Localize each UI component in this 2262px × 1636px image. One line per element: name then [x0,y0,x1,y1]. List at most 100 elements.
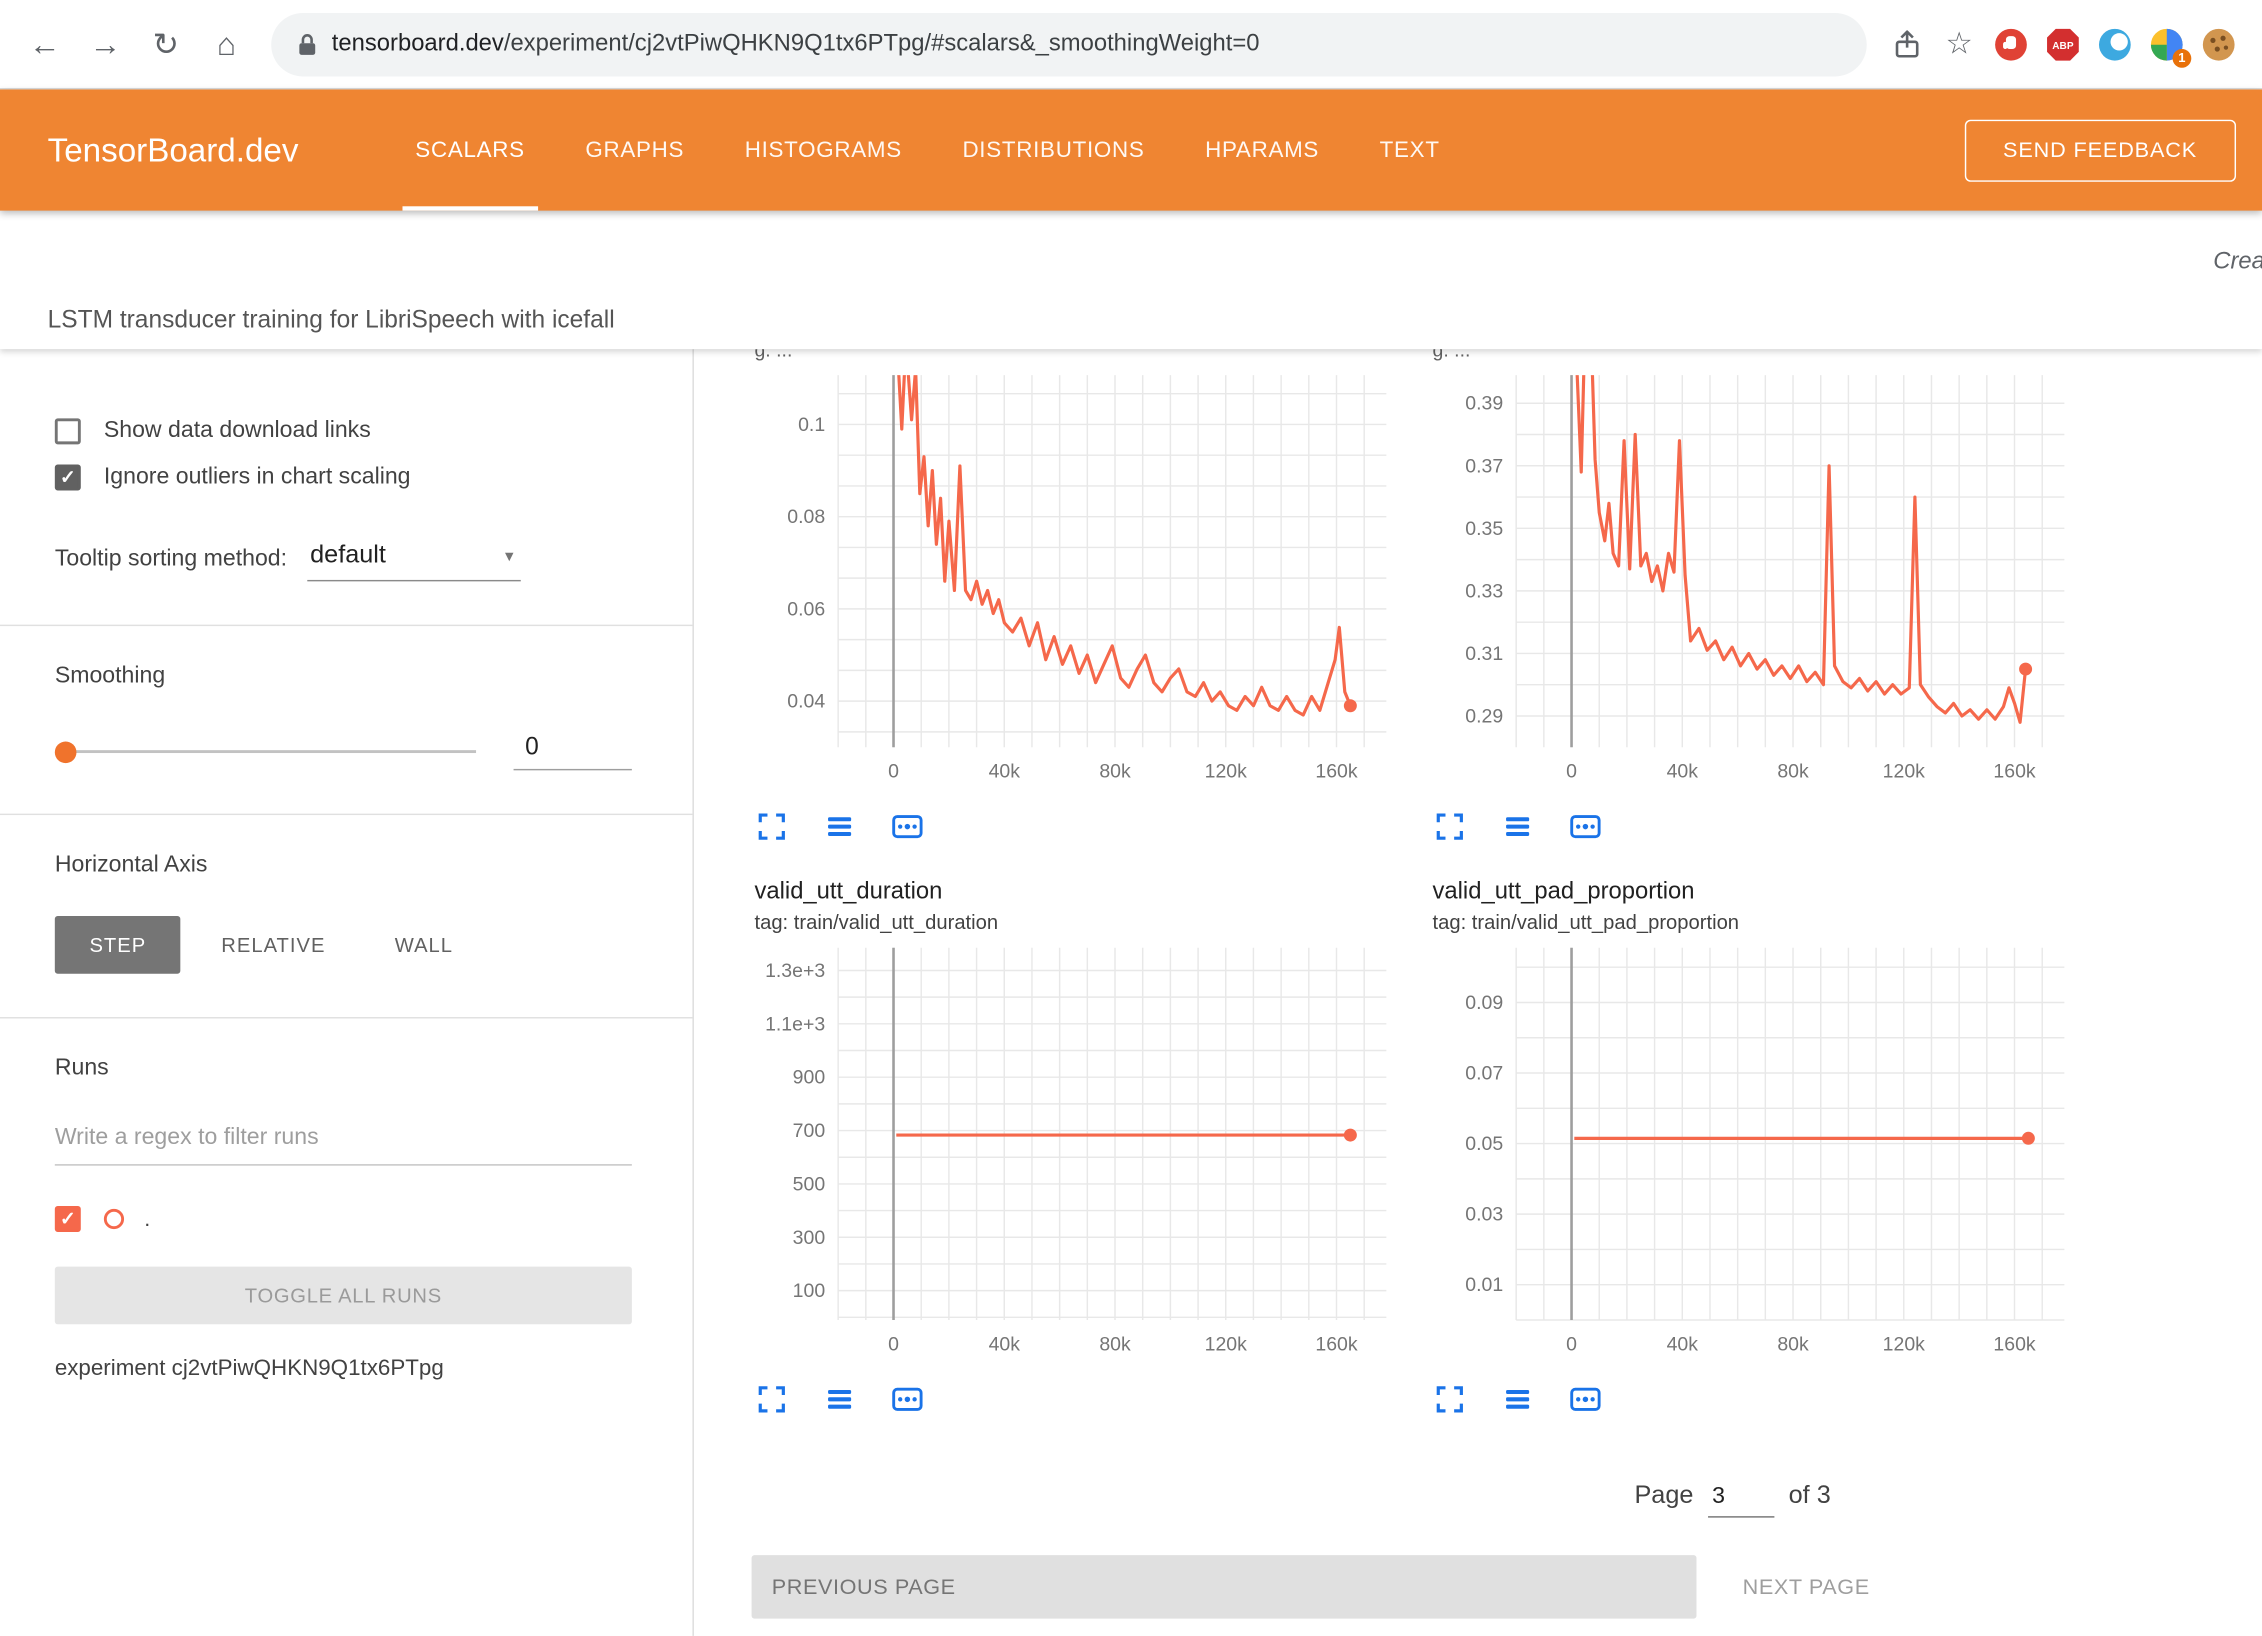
tooltip-sorting-select[interactable]: default ▼ [307,537,521,582]
svg-text:700: 700 [793,1120,826,1142]
reload-icon[interactable]: ↻ [136,14,197,75]
nav-tabs: SCALARS GRAPHS HISTOGRAMS DISTRIBUTIONS … [385,89,1470,210]
runs-list-icon[interactable] [1500,1382,1535,1417]
previous-page-button[interactable]: PREVIOUS PAGE [752,1555,1697,1618]
chevron-down-icon: ▼ [502,550,516,566]
svg-text:0.31: 0.31 [1465,643,1503,665]
scalar-chart-plot[interactable]: 1003005007009001.1e+31.3e+3040k80k120k16… [752,939,1404,1370]
page-number-input[interactable] [1708,1484,1774,1517]
send-feedback-button[interactable]: SEND FEEDBACK [1964,119,2236,181]
svg-text:0: 0 [1566,761,1577,783]
runs-list-icon[interactable] [822,1382,857,1417]
horizontal-axis-label: Horizontal Axis [55,853,632,879]
fit-domain-icon[interactable] [1568,809,1603,844]
scalar-chart-plot[interactable]: 0.290.310.330.350.370.39040k80k120k160k [1430,366,2082,797]
tab-hparams[interactable]: HPARAMS [1192,89,1332,210]
svg-text:120k: 120k [1205,761,1247,783]
page: ← → ↻ ⌂ tensorboard.dev/experiment/cj2vt… [0,0,2262,1636]
url-host: tensorboard.dev [332,30,504,56]
back-icon[interactable]: ← [14,14,75,75]
bookmark-star-icon[interactable]: ☆ [1933,18,1985,70]
address-bar[interactable]: tensorboard.dev/experiment/cj2vtPiwQHKN9… [271,12,1867,75]
share-icon[interactable] [1881,18,1933,70]
runs-list-icon[interactable] [1500,809,1535,844]
svg-text:120k: 120k [1205,1333,1247,1355]
fit-domain-icon[interactable] [890,1382,925,1417]
svg-text:0.29: 0.29 [1465,705,1503,727]
tab-text[interactable]: TEXT [1367,89,1453,210]
svg-text:0.39: 0.39 [1465,393,1503,415]
tab-distributions[interactable]: DISTRIBUTIONS [949,89,1157,210]
expand-chart-icon[interactable] [754,809,789,844]
app-header: TensorBoard.dev SCALARS GRAPHS HISTOGRAM… [0,89,2262,210]
tooltip-sorting-value: default [310,540,386,569]
slider-thumb[interactable] [55,741,77,763]
svg-text:0: 0 [888,1333,899,1355]
show-download-links-checkbox[interactable] [55,418,81,444]
tab-histograms[interactable]: HISTOGRAMS [732,89,915,210]
toggle-all-runs-button[interactable]: TOGGLE ALL RUNS [55,1267,632,1325]
chart-toolbar [1433,1382,2082,1417]
runs-list-icon[interactable] [822,809,857,844]
svg-text:0: 0 [888,761,899,783]
tab-graphs[interactable]: GRAPHS [572,89,697,210]
chart-card-top-right: g: ... 0.290.310.330.350.370.39040k80k12… [1430,349,2082,844]
svg-text:0.09: 0.09 [1465,992,1503,1014]
pager-buttons: PREVIOUS PAGE NEXT PAGE [752,1555,2262,1618]
cookie-extension-icon[interactable] [2193,18,2245,70]
page-label: Page [1634,1480,1693,1510]
wall-axis-button[interactable]: WALL [366,916,482,974]
fit-domain-icon[interactable] [890,809,925,844]
forward-icon[interactable]: → [75,14,136,75]
run-color-swatch [104,1209,124,1229]
experiment-subheader: Crea LSTM transducer training for LibriS… [0,211,2262,349]
run-checkbox[interactable]: ✓ [55,1206,81,1232]
svg-text:160k: 160k [1993,761,2035,783]
expand-chart-icon[interactable] [1433,1382,1468,1417]
adblock-extension-icon[interactable] [1985,18,2037,70]
svg-text:0.05: 0.05 [1465,1133,1503,1155]
profile-avatar-icon[interactable]: 1 [2141,18,2193,70]
svg-text:80k: 80k [1777,1333,1809,1355]
svg-text:160k: 160k [1315,1333,1357,1355]
clipped-chart-header: g: ... [1430,349,2082,366]
notification-badge: 1 [2173,48,2192,67]
charts-grid: g: ... 0.040.060.080.1040k80k120k160k g:… [752,349,2262,1442]
ignore-outliers-checkbox[interactable]: ✓ [55,465,81,491]
scalar-chart-plot[interactable]: 0.010.030.050.070.09040k80k120k160k [1430,939,2082,1370]
ignore-outliers-label: Ignore outliers in chart scaling [104,465,411,491]
chart-toolbar [754,809,1403,844]
tab-scalars[interactable]: SCALARS [402,89,537,210]
relative-axis-button[interactable]: RELATIVE [192,916,354,974]
blue-extension-icon[interactable] [2089,18,2141,70]
abp-extension-icon[interactable]: ABP [2037,18,2089,70]
smoothing-value-input[interactable] [514,733,632,771]
chart-toolbar [754,1382,1403,1417]
step-axis-button[interactable]: STEP [55,916,181,974]
svg-text:0: 0 [1566,1333,1577,1355]
fit-domain-icon[interactable] [1568,1382,1603,1417]
runs-filter-input[interactable] [55,1119,632,1165]
url-path: /experiment/cj2vtPiwQHKN9Q1tx6PTpg/#scal… [504,30,1260,56]
expand-chart-icon[interactable] [754,1382,789,1417]
home-icon[interactable]: ⌂ [196,14,257,75]
run-row: ✓ . [55,1206,632,1232]
svg-text:80k: 80k [1099,761,1131,783]
svg-text:0.07: 0.07 [1465,1063,1503,1085]
chart-title: valid_utt_pad_proportion [1433,879,2082,906]
tooltip-sorting-label: Tooltip sorting method: [55,547,287,582]
chart-tag: tag: train/valid_utt_duration [754,910,1403,933]
smoothing-section: Smoothing [0,626,692,814]
svg-text:0.1: 0.1 [798,414,825,436]
expand-chart-icon[interactable] [1433,809,1468,844]
tooltip-sorting-row: Tooltip sorting method: default ▼ [55,537,632,625]
main-layout: Show data download links ✓ Ignore outlie… [0,349,2262,1636]
browser-toolbar: ← → ↻ ⌂ tensorboard.dev/experiment/cj2vt… [0,0,2262,89]
slider-track[interactable] [72,750,476,753]
svg-text:0.06: 0.06 [787,598,825,620]
ignore-outliers-row: ✓ Ignore outliers in chart scaling [55,465,632,491]
scalar-chart-plot[interactable]: 0.040.060.080.1040k80k120k160k [752,366,1404,797]
next-page-button[interactable]: NEXT PAGE [1734,1573,1878,1600]
runs-label: Runs [55,1056,632,1082]
chart-tag: tag: train/valid_utt_pad_proportion [1433,910,2082,933]
